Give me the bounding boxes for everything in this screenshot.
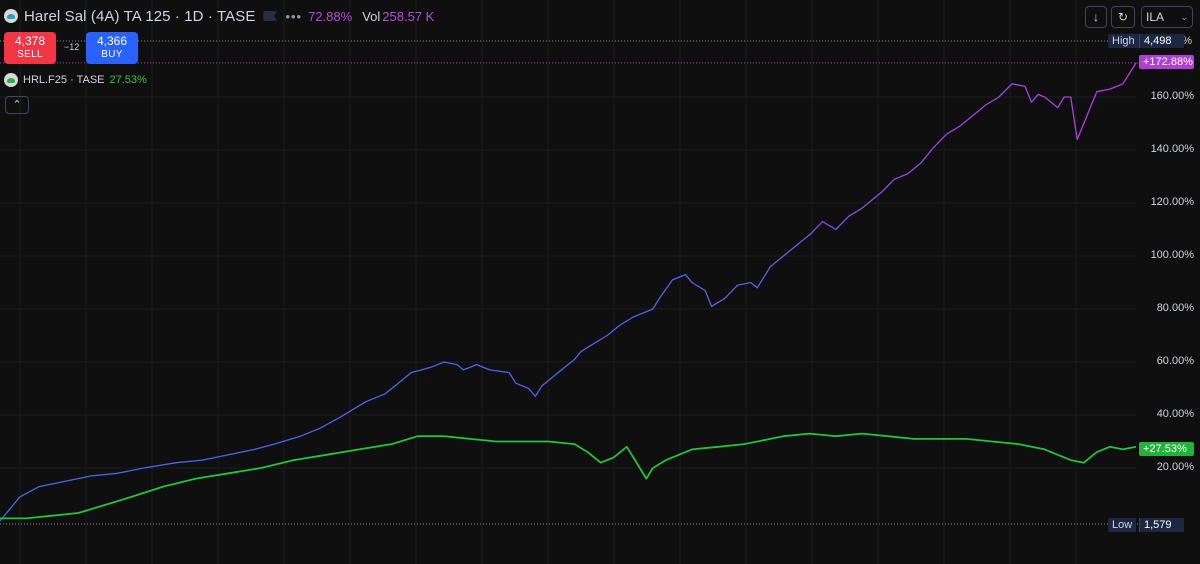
chevron-down-icon: ⌄ [1180,12,1188,22]
buy-label: BUY [101,49,123,60]
buy-button[interactable]: 4,366 BUY [86,32,138,64]
currency-select[interactable]: ILA ⌄ [1141,6,1193,28]
compare-logo-icon [4,73,18,87]
y-tick-label: 20.00% [1156,461,1194,473]
main-last-badge: +172.88% [1139,55,1194,69]
compare-change: 27.53% [109,74,147,86]
chart-grid [0,0,1136,564]
sell-button[interactable]: 4,378 SELL [4,32,56,64]
spread-value: −12 [64,42,80,52]
collapse-legend-button[interactable]: ⌃ [5,96,29,114]
high-value: 4,498 [1139,34,1184,48]
download-icon[interactable]: ↓ [1085,6,1107,28]
y-tick-label: 80.00% [1156,302,1194,314]
chart-canvas [0,0,1138,564]
y-tick-label: 160.00% [1150,90,1194,102]
symbol-logo-icon [4,9,18,23]
high-label: High [1108,34,1139,48]
compare-legend[interactable]: HRL.F25 · TASE 27.53% [4,73,147,87]
low-label: Low [1108,518,1137,532]
compare-series-line [0,432,1137,520]
y-tick-label: 120.00% [1150,196,1194,208]
currency-value: ILA [1146,10,1165,24]
sell-label: SELL [17,49,43,60]
y-tick-label: 60.00% [1156,355,1194,367]
y-tick-label: 100.00% [1150,249,1194,261]
reference-lines [0,40,1138,525]
buy-price: 4,366 [96,34,128,48]
volume-label: Vol [362,8,381,24]
volume-value: 258.57 K [382,8,435,24]
y-tick-label: 140.00% [1150,143,1194,155]
change-percent: 72.88% [308,8,353,24]
symbol-header: Harel Sal (4A) TA 125 · 1D · TASE ••• 72… [4,4,434,28]
compare-last-badge: +27.53% [1139,442,1194,456]
compare-symbol: HRL.F25 · TASE [23,74,105,86]
symbol-title[interactable]: Harel Sal (4A) TA 125 · 1D · TASE [24,8,255,25]
reset-icon[interactable]: ↻ [1111,6,1135,28]
y-tick-label: 40.00% [1156,408,1194,420]
series-lines [0,62,1137,522]
low-value: 1,579 [1139,518,1184,532]
sell-price: 4,378 [14,34,46,48]
main-series-line [0,62,1137,522]
more-icon[interactable]: ••• [285,9,302,24]
flag-icon[interactable] [263,11,278,21]
